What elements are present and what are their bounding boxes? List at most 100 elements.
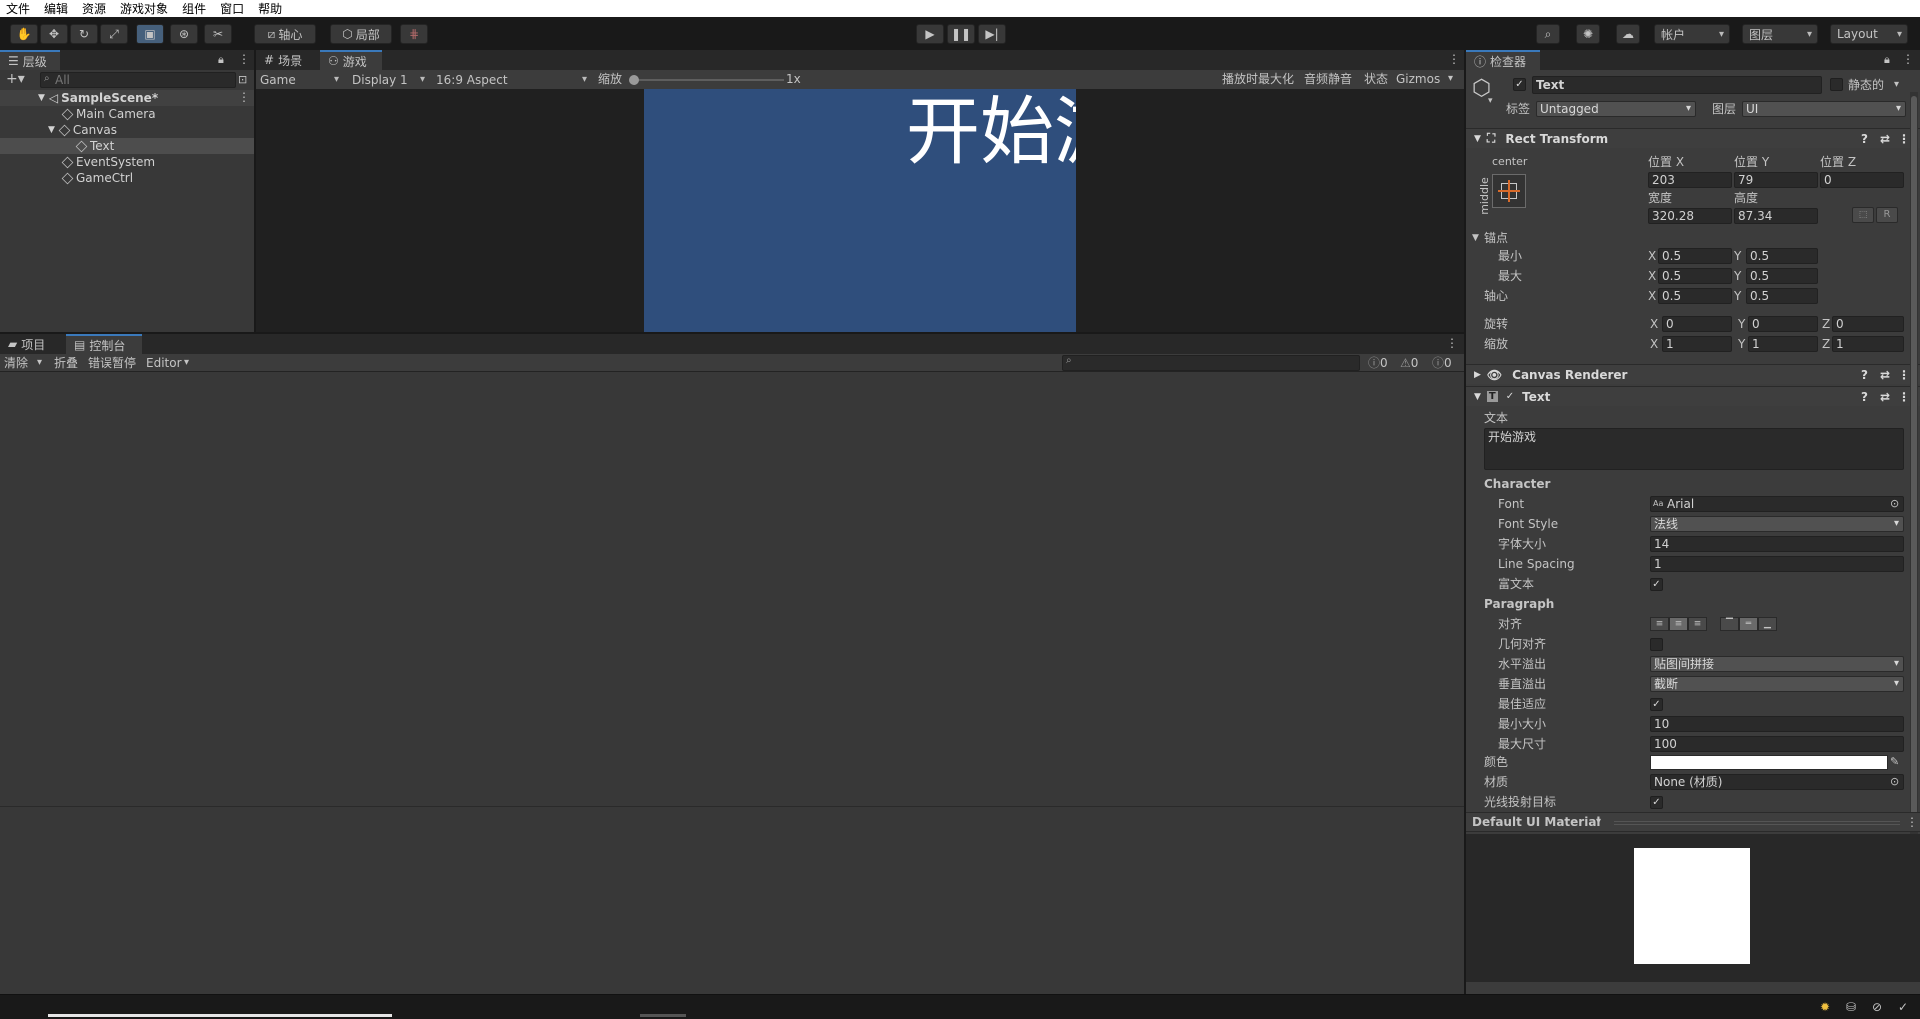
services-button[interactable]: ✺ [1576, 24, 1600, 44]
align-center-button[interactable]: ≡ [1669, 617, 1688, 631]
align-middle-button[interactable]: ═ [1739, 617, 1758, 631]
bug-report-icon[interactable]: ✹ [1820, 999, 1830, 1015]
hierarchy-item-main-camera[interactable]: Main Camera [61, 106, 156, 122]
display-dropdown[interactable]: Display 1 [346, 70, 430, 89]
anchor-presets-button[interactable] [1492, 174, 1526, 208]
active-checkbox[interactable]: ✓ [1513, 78, 1526, 91]
scene-menu-icon[interactable]: ⋮ [238, 90, 250, 104]
menu-help[interactable]: 帮助 [258, 0, 282, 17]
pos-z-field[interactable]: 0 [1820, 172, 1904, 188]
console-log-list[interactable] [0, 372, 1464, 802]
align-left-button[interactable]: ≡ [1650, 617, 1669, 631]
inspector-scrollbar[interactable] [1910, 92, 1918, 852]
play-button[interactable]: ▶ [916, 24, 944, 44]
mute-audio-toggle[interactable]: 音频静音 [1304, 71, 1352, 87]
menu-window[interactable]: 窗口 [220, 0, 244, 17]
scale-slider-track[interactable] [632, 79, 784, 81]
material-field[interactable]: None (材质) [1650, 774, 1904, 790]
tab-inspector[interactable]: ⓘ 检查器 [1466, 50, 1540, 70]
text-component-header[interactable]: ▼ T ✓ Text ? ⇄ ⋮ [1466, 386, 1920, 406]
lock-icon[interactable]: 🔒︎ [218, 53, 224, 67]
pivot-y-field[interactable]: 0.5 [1746, 288, 1818, 304]
editor-arrow-icon[interactable]: ▾ [184, 355, 189, 371]
game-mode-dropdown[interactable]: Game [256, 70, 344, 89]
expand-arrow-icon[interactable]: ▼ [48, 125, 55, 135]
tag-dropdown[interactable]: Untagged [1536, 101, 1696, 117]
pivot-x-field[interactable]: 0.5 [1658, 288, 1732, 304]
material-header[interactable]: Default UI Material ▾ ⋮ [1466, 812, 1920, 832]
maximize-on-play-toggle[interactable]: 播放时最大化 [1222, 71, 1294, 87]
height-field[interactable]: 87.34 [1734, 208, 1818, 224]
more-menu-icon[interactable]: ⋮ [238, 52, 250, 66]
status-check-icon[interactable]: ✓ [1898, 999, 1908, 1015]
console-splitter[interactable] [0, 806, 1464, 807]
raw-edit-button[interactable]: R [1876, 207, 1898, 223]
custom-tool-button[interactable]: ✂ [204, 24, 232, 44]
icon-dropdown-arrow-icon[interactable]: ▾ [1488, 96, 1493, 106]
collapse-arrow-icon[interactable]: ▼ [1474, 392, 1481, 402]
raycast-target-checkbox[interactable]: ✓ [1650, 796, 1663, 809]
layout-dropdown[interactable]: Layout [1830, 24, 1908, 44]
rich-text-checkbox[interactable]: ✓ [1650, 578, 1663, 591]
menu-file[interactable]: 文件 [6, 0, 30, 17]
scale-x-field[interactable]: 1 [1662, 336, 1732, 352]
font-style-dropdown[interactable]: 法线 [1650, 516, 1904, 532]
hierarchy-item-canvas[interactable]: ▼ Canvas [48, 122, 117, 138]
pos-y-field[interactable]: 79 [1734, 172, 1818, 188]
best-fit-checkbox[interactable]: ✓ [1650, 698, 1663, 711]
move-tool-button[interactable]: ✥ [40, 24, 68, 44]
lock-icon[interactable]: 🔒︎ [1884, 53, 1890, 67]
tab-hierarchy[interactable]: ☰ 层级 [0, 50, 60, 70]
align-bottom-button[interactable]: ▁ [1758, 617, 1777, 631]
help-icon[interactable]: ? [1861, 368, 1868, 382]
rect-tool-button[interactable]: ▣ [136, 24, 164, 44]
grid-snap-button[interactable]: ⋕ [400, 24, 428, 44]
material-arrow-icon[interactable]: ▾ [1596, 814, 1601, 830]
anchors-arrow-icon[interactable]: ▼ [1472, 230, 1479, 246]
error-count-toggle[interactable]: ⓘ0 [1432, 355, 1452, 371]
rotate-tool-button[interactable]: ↻ [70, 24, 98, 44]
collapse-arrow-icon[interactable]: ▼ [1474, 134, 1481, 144]
min-size-field[interactable]: 10 [1650, 716, 1904, 732]
material-menu-icon[interactable]: ⋮ [1906, 814, 1918, 830]
clear-options-arrow-icon[interactable]: ▾ [37, 355, 42, 371]
font-size-field[interactable]: 14 [1650, 536, 1904, 552]
canvas-renderer-header[interactable]: ▶ 👁︎ Canvas Renderer ? ⇄ ⋮ [1466, 364, 1920, 384]
layer-dropdown[interactable]: UI [1742, 101, 1906, 117]
warning-count-toggle[interactable]: ⚠0 [1400, 355, 1418, 371]
anchor-max-x-field[interactable]: 0.5 [1658, 268, 1732, 284]
hierarchy-search-input[interactable]: All [40, 72, 236, 88]
more-menu-icon[interactable]: ⋮ [1902, 52, 1914, 66]
rotation-x-field[interactable]: 0 [1662, 316, 1732, 332]
presets-icon[interactable]: ⇄ [1880, 132, 1890, 146]
text-content-area[interactable]: 开始游戏 [1484, 428, 1904, 470]
rotation-z-field[interactable]: 0 [1832, 316, 1904, 332]
stats-toggle[interactable]: 状态 [1364, 71, 1388, 87]
hierarchy-item-text[interactable]: Text [75, 138, 114, 154]
color-swatch[interactable] [1650, 755, 1888, 770]
add-icon[interactable]: +▾ [6, 71, 25, 87]
step-button[interactable]: ▶| [978, 24, 1006, 44]
geometry-align-checkbox[interactable] [1650, 638, 1663, 651]
pos-x-field[interactable]: 203 [1648, 172, 1732, 188]
transform-tool-button[interactable]: ⊛ [170, 24, 198, 44]
search-button[interactable]: ⌕ [1536, 24, 1560, 44]
gizmos-arrow-icon[interactable]: ▾ [1448, 71, 1453, 87]
console-search-input[interactable] [1062, 355, 1360, 371]
account-dropdown[interactable]: 帐户 [1654, 24, 1730, 44]
tab-game[interactable]: ⚇ 游戏 [320, 50, 382, 70]
align-top-button[interactable]: ▔ [1720, 617, 1739, 631]
tab-project[interactable]: ▰ 项目 [0, 334, 62, 354]
presets-icon[interactable]: ⇄ [1880, 368, 1890, 382]
filter-icon[interactable]: ⊡ [238, 73, 247, 86]
error-pause-button[interactable]: 错误暂停 [88, 355, 136, 371]
help-icon[interactable]: ? [1861, 390, 1868, 404]
rect-transform-header[interactable]: ▼ ⛶ Rect Transform ? ⇄ ⋮ [1466, 128, 1920, 148]
hand-tool-button[interactable]: ✋ [10, 24, 38, 44]
rotation-y-field[interactable]: 0 [1748, 316, 1818, 332]
scale-z-field[interactable]: 1 [1832, 336, 1904, 352]
hierarchy-item-eventsystem[interactable]: EventSystem [61, 154, 155, 170]
presets-icon[interactable]: ⇄ [1880, 390, 1890, 404]
auto-generate-lighting-icon[interactable]: ⊘ [1872, 999, 1882, 1015]
tab-scene[interactable]: # 场景 [256, 50, 316, 70]
